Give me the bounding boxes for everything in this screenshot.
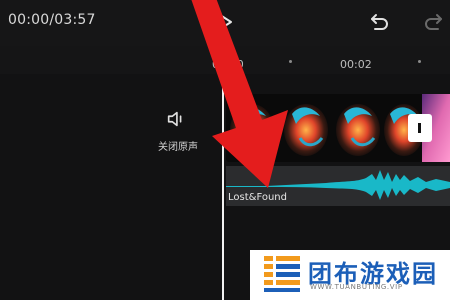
undo-icon[interactable] [368, 10, 392, 34]
redo-icon[interactable] [421, 10, 445, 34]
ruler-dot [418, 60, 421, 63]
clip-handle-icon [418, 123, 421, 133]
timecode-display: 00:00/03:57 [8, 12, 96, 28]
ruler-tick-1: 00:02 [340, 58, 372, 71]
playhead-line[interactable] [222, 76, 224, 300]
audio-track-name: Lost&Found [228, 192, 287, 203]
mute-original-label: 关闭原声 [158, 142, 198, 153]
top-toolbar: 00:00/03:57 [0, 0, 450, 46]
time-ruler[interactable]: 00:00 00:02 [0, 46, 450, 74]
thumbnail-frame [336, 104, 380, 156]
play-icon[interactable] [210, 9, 236, 35]
watermark-url: WWW.TUANBUTING.VIP [310, 283, 403, 291]
add-clip-button[interactable] [408, 114, 432, 142]
speaker-icon [167, 111, 182, 127]
ruler-tick-0: 00:00 [212, 58, 244, 71]
watermark-logo-icon [264, 256, 300, 292]
thumbnail-frame [284, 104, 328, 156]
ruler-dot [289, 60, 292, 63]
mute-original-button[interactable]: 关闭原声 [148, 108, 208, 158]
thumbnail-frame [230, 104, 274, 156]
